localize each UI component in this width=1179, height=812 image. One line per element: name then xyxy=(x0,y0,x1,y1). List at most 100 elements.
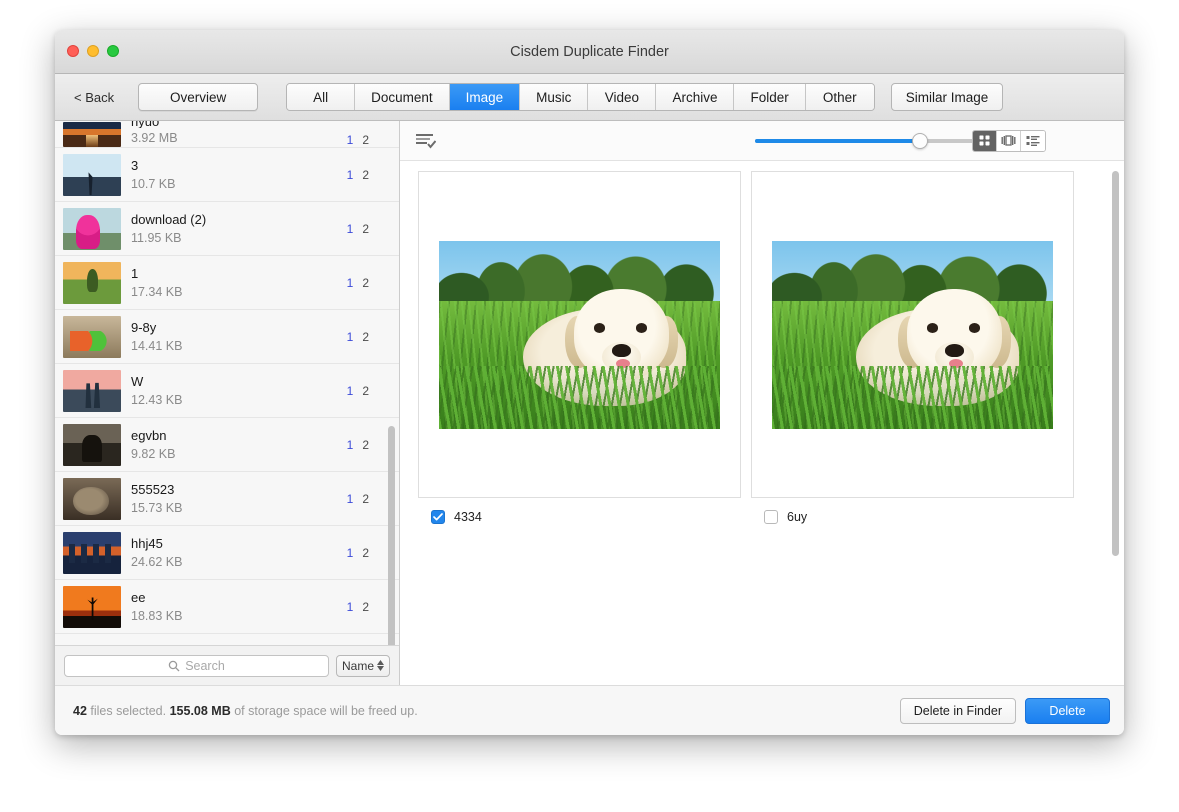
count-total[interactable]: 2 xyxy=(362,330,369,344)
file-meta: hhj45 24.62 KB xyxy=(131,535,347,571)
delete-in-finder-button[interactable]: Delete in Finder xyxy=(899,697,1016,724)
grid-view-button[interactable] xyxy=(973,130,997,151)
minimize-button[interactable] xyxy=(87,45,99,57)
count-selected[interactable]: 1 xyxy=(347,438,354,452)
close-button[interactable] xyxy=(67,45,79,57)
duplicate-group-list[interactable]: hyuo 3.92 MB 1 2 3 10.7 KB xyxy=(55,121,399,645)
status-bar: 42 files selected. 155.08 MB of storage … xyxy=(55,685,1124,735)
card-label-cell: 4334 xyxy=(418,510,741,524)
file-counts: 1 2 xyxy=(347,546,391,560)
file-name: 3 xyxy=(131,157,139,173)
file-name: 9-8y xyxy=(131,319,157,335)
file-meta: W 12.43 KB xyxy=(131,373,347,409)
preview-scrollbar[interactable] xyxy=(1112,171,1119,556)
thumbnail-size-slider[interactable] xyxy=(755,132,975,150)
file-size: 18.83 KB xyxy=(131,608,183,623)
file-size: 17.34 KB xyxy=(131,284,183,299)
file-counts: 1 2 xyxy=(347,600,391,614)
list-item[interactable]: 3 10.7 KB 1 2 xyxy=(55,148,399,202)
tab-other[interactable]: Other xyxy=(805,84,874,110)
count-selected[interactable]: 1 xyxy=(347,330,354,344)
maximize-button[interactable] xyxy=(107,45,119,57)
sidebar: hyuo 3.92 MB 1 2 3 10.7 KB xyxy=(55,121,400,685)
count-selected[interactable]: 1 xyxy=(347,384,354,398)
card-label: 4334 xyxy=(454,510,482,524)
list-item[interactable]: download (2) 11.95 KB 1 2 xyxy=(55,202,399,256)
file-counts: 1 2 xyxy=(347,492,391,506)
file-thumbnail xyxy=(63,261,121,304)
search-input[interactable]: Search xyxy=(64,654,329,677)
list-item[interactable]: egvbn 9.82 KB 1 2 xyxy=(55,418,399,472)
file-name: download (2) xyxy=(131,211,207,227)
file-meta: 1 17.34 KB xyxy=(131,265,347,301)
tab-music[interactable]: Music xyxy=(520,84,589,110)
size-freed: 155.08 MB xyxy=(169,703,231,718)
list-item[interactable]: 1 17.34 KB 1 2 xyxy=(55,256,399,310)
list-item[interactable]: 555523 15.73 KB 1 2 xyxy=(55,472,399,526)
overview-button[interactable]: Overview xyxy=(138,83,259,111)
file-counts: 1 2 xyxy=(347,168,391,182)
file-size: 24.62 KB xyxy=(131,554,183,569)
file-name: 1 xyxy=(131,265,139,281)
back-button[interactable]: < Back xyxy=(68,86,120,109)
count-selected[interactable]: 1 xyxy=(347,276,354,290)
window-titlebar: Cisdem Duplicate Finder xyxy=(55,30,1124,74)
count-selected[interactable]: 1 xyxy=(347,600,354,614)
tab-all[interactable]: All xyxy=(287,84,356,110)
preview-image[interactable] xyxy=(772,240,1053,429)
count-selected[interactable]: 1 xyxy=(347,133,354,147)
search-icon xyxy=(168,660,180,671)
file-counts: 1 2 xyxy=(347,133,391,147)
count-total[interactable]: 2 xyxy=(362,168,369,182)
preview-image[interactable] xyxy=(439,240,720,429)
count-total[interactable]: 2 xyxy=(362,384,369,398)
file-thumbnail xyxy=(63,531,121,574)
card-checkbox[interactable] xyxy=(431,510,445,524)
search-placeholder: Search xyxy=(185,658,225,673)
list-item[interactable]: W 12.43 KB 1 2 xyxy=(55,364,399,418)
slider-knob[interactable] xyxy=(912,132,928,149)
stepper-arrows-icon[interactable] xyxy=(377,660,384,671)
coverflow-view-button[interactable] xyxy=(997,130,1021,151)
tab-document[interactable]: Document xyxy=(355,84,450,110)
list-view-button[interactable] xyxy=(1021,130,1045,151)
file-thumbnail xyxy=(63,153,121,196)
card-checkbox[interactable] xyxy=(764,510,778,524)
file-thumbnail xyxy=(63,477,121,520)
file-size: 15.73 KB xyxy=(131,500,183,515)
count-selected[interactable]: 1 xyxy=(347,546,354,560)
sidebar-footer: Search Name xyxy=(55,645,399,685)
tab-archive[interactable]: Archive xyxy=(656,84,735,110)
file-size: 12.43 KB xyxy=(131,392,183,407)
count-selected[interactable]: 1 xyxy=(347,222,354,236)
similar-image-button[interactable]: Similar Image xyxy=(890,83,1004,111)
count-selected[interactable]: 1 xyxy=(347,492,354,506)
count-total[interactable]: 2 xyxy=(362,546,369,560)
delete-button[interactable]: Delete xyxy=(1025,697,1110,724)
sort-stepper[interactable]: Name xyxy=(335,654,390,677)
select-all-icon[interactable] xyxy=(416,133,436,149)
file-meta: egvbn 9.82 KB xyxy=(131,427,347,463)
file-meta: 9-8y 14.41 KB xyxy=(131,319,347,355)
card-labels-row: 4334 6uy xyxy=(418,510,1110,524)
preview-card[interactable] xyxy=(751,171,1074,498)
sidebar-scrollbar[interactable] xyxy=(388,426,395,645)
count-total[interactable]: 2 xyxy=(362,133,369,147)
count-total[interactable]: 2 xyxy=(362,222,369,236)
tab-folder[interactable]: Folder xyxy=(734,84,806,110)
count-total[interactable]: 2 xyxy=(362,492,369,506)
list-item[interactable]: hyuo 3.92 MB 1 2 xyxy=(55,121,399,148)
tab-image[interactable]: Image xyxy=(449,84,521,110)
count-selected[interactable]: 1 xyxy=(347,168,354,182)
file-meta: 3 10.7 KB xyxy=(131,157,347,193)
count-total[interactable]: 2 xyxy=(362,276,369,290)
count-total[interactable]: 2 xyxy=(362,438,369,452)
desktop-background: Cisdem Duplicate Finder < Back Overview … xyxy=(0,0,1179,812)
count-total[interactable]: 2 xyxy=(362,600,369,614)
preview-card[interactable] xyxy=(418,171,741,498)
list-item[interactable]: 9-8y 14.41 KB 1 2 xyxy=(55,310,399,364)
status-text: 42 files selected. 155.08 MB of storage … xyxy=(73,704,900,718)
list-item[interactable]: hhj45 24.62 KB 1 2 xyxy=(55,526,399,580)
tab-video[interactable]: Video xyxy=(588,84,657,110)
list-item[interactable]: ee 18.83 KB 1 2 xyxy=(55,580,399,634)
